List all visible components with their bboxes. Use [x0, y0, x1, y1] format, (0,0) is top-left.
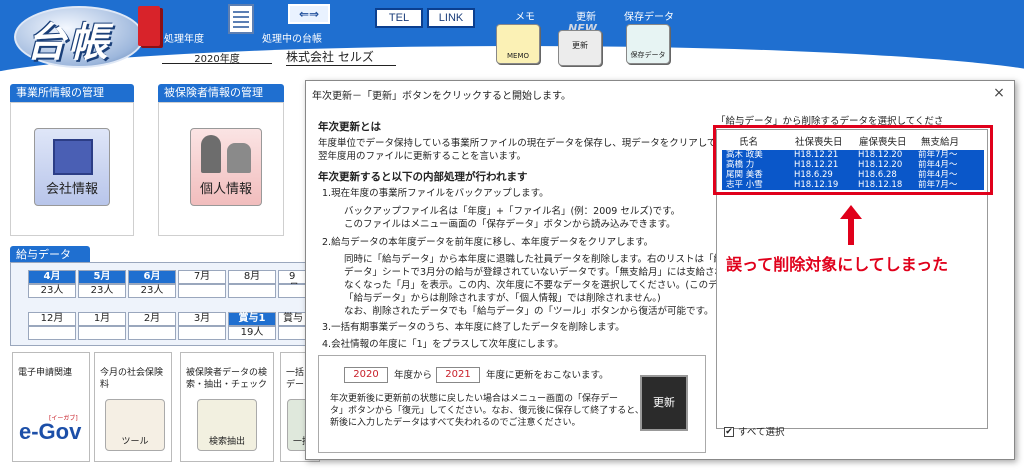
desc-line: 年度単位でデータ保持している事業所ファイルの現在データを保存し、現データをクリア… [318, 138, 736, 149]
step-2-detail: 同時に「給与データ」から本年度に退職した社員データを削除します。右のリストは「給… [344, 254, 733, 265]
save-data-caption: 保存データ [624, 12, 674, 23]
save-data-icon[interactable]: 保存データ [626, 24, 670, 64]
step-2-detail: なお、削除されたデータでも「給与データ」の「ツール」ボタンから復活が可能です。 [344, 306, 714, 317]
update-caption: 更新 [576, 12, 596, 23]
memo-icon-label: MEMO [506, 52, 529, 60]
step-2: 2.給与データの本年度データを前年度に移し、本年度データをクリアします。 [322, 237, 654, 248]
search-title: 被保険者データの検索・抽出・チェック [186, 368, 268, 390]
egov-button[interactable]: 電子申請関連 e-Gov [イーガブ] [12, 352, 90, 462]
insured-section: 被保険者情報の管理 [158, 84, 284, 102]
calendar-icon[interactable] [228, 4, 254, 34]
dialog-title: 年次更新－「更新」ボタンをクリックすると開始します。 [312, 91, 571, 102]
update-icon[interactable]: 更新 [558, 30, 602, 66]
update-icon-label: 更新 [572, 41, 588, 50]
select-all-label: すべて選択 [738, 427, 785, 438]
step-2-detail: なくなった「月」を表示。この内、次年度に不要なデータを選択してください。(このデ… [344, 280, 747, 291]
count-cell [178, 326, 226, 340]
heading-what-is: 年次更新とは [318, 121, 381, 133]
count-cell: 23人 [128, 284, 176, 298]
link-button[interactable]: LINK [427, 8, 475, 28]
company-info-label: 会社情報 [45, 182, 98, 197]
annotation-highlight-box [713, 125, 993, 195]
count-cell: 19人 [228, 326, 276, 340]
annotation-text: 誤って削除対象にしてしまった [726, 255, 949, 274]
select-all-checkbox[interactable]: ✔ [724, 427, 734, 437]
social-title: 今月の社会保険料 [100, 368, 164, 390]
office-section-title: 事業所情報の管理 [10, 84, 134, 102]
egov-logo: e-Gov [19, 419, 82, 444]
month-cell[interactable]: 6月 [128, 270, 176, 284]
count-cell [178, 284, 226, 298]
tool-caption: ツール [121, 437, 149, 447]
restore-note: 新後に入力したデータはすべて失われるのでご注意ください。 [330, 418, 581, 428]
month-cell[interactable]: 12月 [28, 312, 76, 326]
memo-icon[interactable]: MEMO [496, 24, 540, 64]
switch-ledger-icon[interactable]: ⇐⇒ [288, 4, 330, 24]
year-label: 処理年度 [164, 34, 204, 45]
count-cell [278, 284, 306, 298]
count-cell [128, 326, 176, 340]
bulk-title: 一括 [286, 368, 305, 378]
egov-title: 電子申請関連 [18, 368, 73, 378]
step-4: 4.会社情報の年度に「1」をプラスして次年度にします。 [322, 339, 564, 350]
app-logo-text: 台帳 [26, 19, 110, 66]
book-icon [138, 6, 160, 46]
save-data-icon-label: 保存データ [630, 51, 666, 59]
magnifier-icon: 検索抽出 [197, 399, 257, 451]
seated-person-icon [227, 143, 251, 173]
building-icon [53, 139, 93, 175]
month-cell[interactable]: 7月 [178, 270, 226, 284]
company-name: 株式会社 セルズ [286, 48, 396, 66]
to-year-field[interactable]: 2021 [436, 367, 480, 383]
month-cell[interactable]: 3月 [178, 312, 226, 326]
month-cell[interactable]: 4月 [28, 270, 76, 284]
step-1-detail: このファイルはメニュー画面の「保存データ」ボタンから読み込みできます。 [344, 219, 676, 230]
count-cell [28, 326, 76, 340]
step-2-detail: 「給与データ」からは削除されますが、「個人情報」では削除されません。) [344, 293, 661, 304]
bonus-cell[interactable]: 賞与 [278, 312, 306, 326]
tel-button[interactable]: TEL [375, 8, 423, 28]
desc-line: 翌年度用のファイルに更新することを言います。 [318, 151, 527, 162]
egov-sub: [イーガブ] [49, 415, 78, 422]
insured-section-title: 被保険者情報の管理 [158, 84, 284, 102]
search-caption: 検索抽出 [208, 437, 245, 447]
count-cell [228, 284, 276, 298]
month-cell[interactable]: 2月 [128, 312, 176, 326]
personal-info-button[interactable]: 個人情報 [190, 128, 262, 206]
month-cell[interactable]: 5月 [78, 270, 126, 284]
from-year-label: 年度から [394, 370, 433, 381]
to-year-label: 年度に更新をおこないます。 [486, 370, 609, 381]
person-icon [201, 135, 221, 173]
step-2-detail: データ」シートで3月分の給与が登録されていないデータです。「無支給月」には支給さ… [344, 267, 725, 278]
count-cell: 23人 [78, 284, 126, 298]
count-cell: 23人 [28, 284, 76, 298]
from-year-field[interactable]: 2020 [344, 367, 388, 383]
annotation-arrow-icon [840, 205, 862, 245]
count-cell [78, 326, 126, 340]
month-cell[interactable]: 1月 [78, 312, 126, 326]
company-info-button[interactable]: 会社情報 [34, 128, 110, 206]
bonus-cell[interactable]: 賞与1 [228, 312, 276, 326]
update-button[interactable]: 更新 [640, 375, 688, 431]
search-extract-button[interactable]: 被保険者データの検索・抽出・チェック 検索抽出 [180, 352, 274, 462]
step-3: 3.一括有期事業データのうち、本年度に終了したデータを削除します。 [322, 322, 625, 333]
step-1: 1.現在年度の事業所ファイルをバックアップします。 [322, 188, 549, 199]
fiscal-year-value: 2020年度 [162, 50, 272, 65]
personal-info-label: 個人情報 [199, 182, 252, 197]
month-cell[interactable]: 9月 [278, 270, 306, 294]
step-1-detail: バックアップファイル名は「年度」+「ファイル名」(例：2009 セルズ)です。 [344, 206, 681, 217]
social-insurance-button[interactable]: 今月の社会保険料 ツール [94, 352, 172, 462]
memo-caption: メモ [515, 12, 535, 23]
annual-update-dialog: 年次更新－「更新」ボタンをクリックすると開始します。 × 年次更新とは 年度単位… [305, 80, 1015, 460]
current-ledger-label: 処理中の台帳 [262, 34, 322, 45]
month-cell[interactable]: 8月 [228, 270, 276, 284]
count-cell [278, 326, 306, 340]
close-icon[interactable]: × [992, 85, 1006, 101]
tool-icon: ツール [105, 399, 165, 451]
office-section: 事業所情報の管理 [10, 84, 134, 102]
heading-internal: 年次更新すると以下の内部処理が行われます [318, 171, 528, 183]
